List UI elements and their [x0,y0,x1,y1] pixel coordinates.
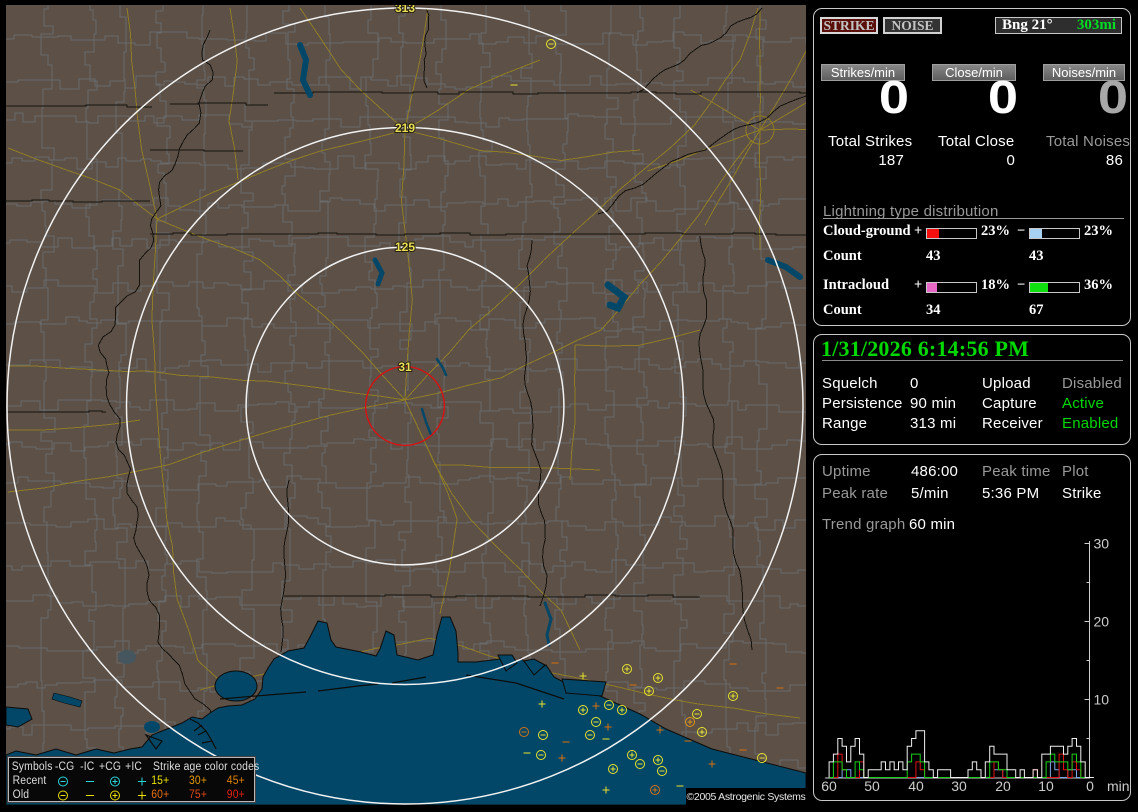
svg-text:20: 20 [1094,614,1110,630]
svg-text:min: min [1107,778,1130,794]
svg-text:10: 10 [1094,692,1110,708]
svg-text:125: 125 [395,240,415,254]
svg-text:30: 30 [951,778,967,794]
svg-text:313: 313 [395,5,415,15]
svg-text:40: 40 [908,778,924,794]
svg-text:20: 20 [995,778,1011,794]
svg-text:60: 60 [821,778,837,794]
svg-text:10: 10 [1038,778,1054,794]
svg-text:50: 50 [864,778,880,794]
svg-text:30: 30 [1094,536,1110,552]
svg-text:0: 0 [1086,778,1094,794]
svg-text:219: 219 [395,121,415,135]
svg-text:31: 31 [398,360,412,374]
